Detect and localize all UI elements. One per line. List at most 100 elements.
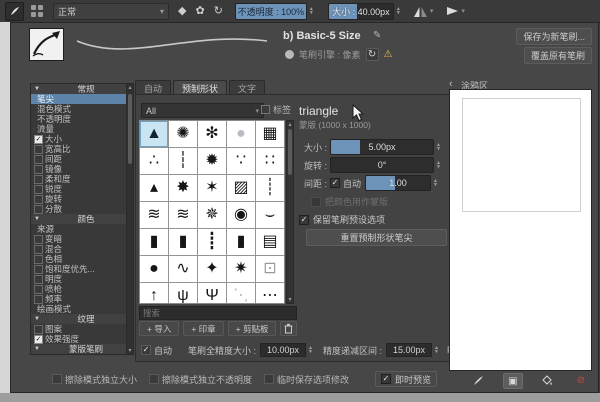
blending-mode-dropdown[interactable]: 正常 ▾	[53, 2, 169, 20]
edit-icon[interactable]: ✎	[373, 30, 381, 41]
tip-size-spinner[interactable]: ▲ ▼	[436, 143, 441, 152]
size-slider[interactable]: 大小 : 40.00px	[327, 2, 394, 20]
brush-tip-cell[interactable]: ▴	[140, 175, 168, 201]
brush-tip-cell[interactable]: ≋	[169, 202, 197, 228]
fade-value[interactable]: 15.00px	[386, 343, 432, 357]
option-checkbox[interactable]	[34, 324, 43, 334]
preserve-checkbox[interactable]: ✓	[299, 214, 309, 225]
tip-rotation-slider[interactable]: 0°	[330, 157, 434, 173]
scratchpad-preview-icon[interactable]: ▣	[503, 373, 523, 389]
option-checkbox[interactable]	[34, 194, 43, 204]
scroll-down-icon[interactable]: ▾	[127, 347, 133, 354]
global-size-value[interactable]: 10.00px	[260, 343, 307, 357]
fade-spinner[interactable]: ▲ ▼	[434, 346, 439, 355]
option-checkbox[interactable]	[34, 164, 43, 174]
save-new-brush-button[interactable]: 保存为新笔刷...	[516, 28, 592, 45]
brush-tip-cell[interactable]: Ψ	[198, 283, 226, 303]
brush-tip-cell[interactable]: ✶	[198, 175, 226, 201]
brush-tip-cell[interactable]: ∿	[169, 256, 197, 282]
precision-auto-checkbox[interactable]: ✓	[141, 345, 151, 355]
brush-tip-cell[interactable]: ▮	[227, 229, 255, 255]
tag-toggle[interactable]: 标签	[261, 103, 291, 116]
tip-spacing-spinner[interactable]: ▲ ▼	[433, 179, 438, 188]
search-input[interactable]	[139, 306, 297, 320]
brush-tip-cell[interactable]: ↑	[140, 283, 168, 303]
brush-tip-cell[interactable]: ┆	[169, 148, 197, 174]
brush-tip-cell[interactable]: ▨	[227, 175, 255, 201]
tab-自动[interactable]: 自动	[135, 80, 172, 95]
clipboard-button[interactable]: + 剪贴板	[227, 321, 277, 336]
size-spinner[interactable]: ▲ ▼	[396, 7, 401, 16]
brush-tip-cell[interactable]: ◉	[227, 202, 255, 228]
brush-tip-cell[interactable]: ┊	[256, 175, 284, 201]
eraser-opacity-toggle[interactable]: 擦除模式独立不透明度	[149, 373, 252, 386]
brush-tip-cell[interactable]: ≋	[140, 202, 168, 228]
brush-tip-cell[interactable]: ▦	[256, 121, 284, 147]
brush-tip-cell[interactable]: ▮	[169, 229, 197, 255]
eraser-opacity-checkbox[interactable]	[149, 374, 160, 384]
option-checkbox[interactable]: ✓	[34, 134, 43, 144]
brush-tip-cell[interactable]: ✷	[227, 256, 255, 282]
reset-tip-button[interactable]: 重置预制形状笔尖	[306, 229, 447, 246]
grid-scrollbar[interactable]: ▴ ▾	[286, 120, 294, 304]
brush-tip-cell[interactable]: ⊡	[256, 256, 284, 282]
brush-tip-cell[interactable]: ✸	[169, 175, 197, 201]
opacity-spinner[interactable]: ▲ ▼	[309, 7, 314, 16]
use-color-checkbox[interactable]	[311, 196, 321, 207]
brush-tip-cell[interactable]: ●	[140, 256, 168, 282]
chevron-down-icon[interactable]: ▾	[430, 7, 434, 15]
pattern-icon[interactable]: ✿	[195, 5, 204, 17]
spacing-auto-toggle[interactable]: ✓ 自动	[330, 177, 361, 190]
scratchpad-fill-icon[interactable]	[538, 373, 556, 387]
opacity-slider[interactable]: 不透明度 : 100%	[234, 2, 307, 20]
workspace-grid-icon[interactable]	[31, 5, 43, 17]
tip-size-slider[interactable]: 5.00px	[330, 139, 434, 155]
option-checkbox[interactable]	[34, 254, 43, 264]
precision-auto-toggle[interactable]: ✓ 自动	[141, 344, 172, 357]
import-button[interactable]: + 导入	[139, 321, 180, 336]
option-checkbox[interactable]	[34, 244, 43, 254]
sidebar-scrollbar[interactable]: ▴ ▾	[126, 83, 134, 355]
brush-preset-icon[interactable]	[5, 1, 24, 21]
brush-tip-cell[interactable]: ∵	[227, 148, 255, 174]
eraser-mode-icon[interactable]: ◆	[178, 5, 186, 17]
scrollbar-thumb[interactable]	[288, 129, 292, 175]
scratchpad-canvas[interactable]	[449, 89, 592, 371]
option-checkbox[interactable]	[34, 274, 43, 284]
scroll-up-icon[interactable]: ▴	[127, 84, 133, 91]
brush-tip-cell[interactable]: ✺	[169, 121, 197, 147]
brush-tip-cell[interactable]: ▤	[256, 229, 284, 255]
instant-preview-toggle[interactable]: ✓ 即时预览	[375, 371, 438, 387]
scroll-down-icon[interactable]: ▾	[287, 296, 293, 303]
brush-tip-cell[interactable]: ✵	[198, 202, 226, 228]
stamp-button[interactable]: + 印章	[183, 321, 224, 336]
brush-tip-cell[interactable]: ∴	[140, 148, 168, 174]
eraser-size-checkbox[interactable]	[52, 374, 62, 384]
reload-preset-icon[interactable]: ↻	[214, 5, 223, 17]
global-size-spinner[interactable]: ▲ ▼	[308, 346, 313, 355]
brush-tip-cell[interactable]: ●	[227, 121, 255, 147]
tag-filter-dropdown[interactable]: All ▾	[141, 103, 264, 118]
tip-rotation-spinner[interactable]: ▲ ▼	[436, 161, 441, 170]
option-checkbox[interactable]	[34, 144, 43, 154]
tag-checkbox[interactable]	[261, 105, 270, 114]
brush-tip-cell[interactable]: ⌣	[256, 202, 284, 228]
use-color-as-mask-toggle[interactable]: 把颜色用作蒙版	[311, 195, 388, 208]
sidebar-section-header[interactable]: ▼ 蒙版笔刷	[31, 344, 133, 354]
brush-tip-cell[interactable]: ▲	[140, 121, 168, 147]
spacing-auto-checkbox[interactable]: ✓	[330, 178, 340, 188]
temp-save-checkbox[interactable]	[264, 374, 275, 384]
eraser-size-toggle[interactable]: 擦除模式独立大小	[52, 373, 137, 386]
preserve-preset-toggle[interactable]: ✓ 保留笔刷预设选项	[299, 213, 385, 226]
brush-tip-cell[interactable]: ✻	[198, 121, 226, 147]
overwrite-brush-button[interactable]: 覆盖原有笔刷	[523, 47, 592, 64]
chevron-down-icon[interactable]: ▾	[461, 7, 465, 15]
brush-tip-cell[interactable]: ▮	[140, 229, 168, 255]
delete-tip-button[interactable]	[280, 321, 298, 336]
temp-save-toggle[interactable]: 临时保存选项修改	[264, 373, 349, 386]
scratchpad-clear-icon[interactable]: ⊘	[572, 373, 590, 387]
option-checkbox[interactable]	[34, 234, 43, 244]
brush-tip-cell[interactable]: ✦	[198, 256, 226, 282]
mirror-horizontal-button[interactable]: ▾	[413, 5, 434, 18]
brush-tip-cell[interactable]: ∷	[256, 148, 284, 174]
